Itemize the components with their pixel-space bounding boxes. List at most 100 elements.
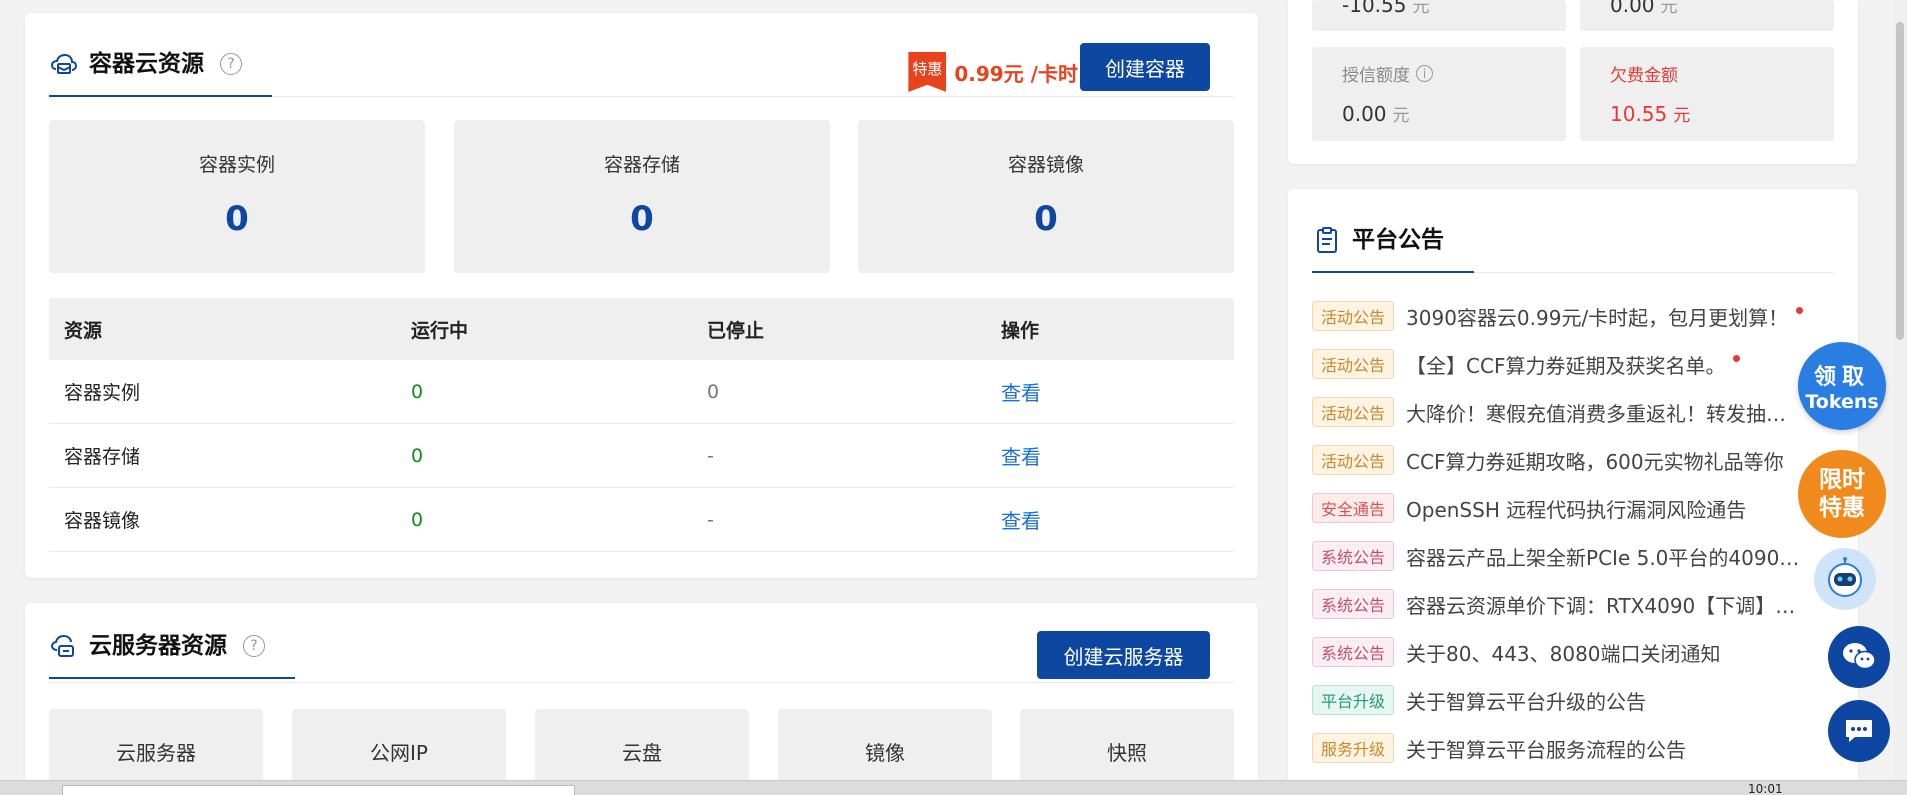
notice-item[interactable]: 服务升级 关于智算云平台服务流程的公告 — [1312, 733, 1822, 763]
cell-stopped: 0 — [707, 380, 720, 403]
promo-tag: 特惠 — [908, 52, 947, 92]
cell-resource: 容器存储 — [64, 446, 141, 468]
notice-text: 容器云产品上架全新PCIe 5.0平台的4090… — [1406, 545, 1800, 570]
taskbar: 10:01 — [0, 780, 1907, 795]
notice-tag: 活动公告 — [1312, 301, 1395, 331]
help-icon[interactable]: ? — [220, 53, 242, 75]
notice-card-title: 平台公告 — [1352, 227, 1444, 253]
notice-tag: 平台升级 — [1312, 685, 1395, 715]
stat-value: 0 — [225, 199, 249, 239]
info-icon[interactable]: i — [1416, 65, 1433, 82]
table-row: 容器实例 0 0 查看 — [49, 360, 1234, 424]
view-link[interactable]: 查看 — [1001, 381, 1041, 405]
stat-container-storage[interactable]: 容器存储 0 — [454, 120, 830, 273]
clipboard-icon — [1312, 225, 1342, 255]
container-title-tab: 容器云资源 ? — [49, 49, 272, 97]
col-header-stopped: 已停止 — [707, 319, 765, 342]
cell-stopped: - — [707, 508, 714, 531]
stat-value: 0 — [1034, 199, 1058, 239]
cloud-server-icon — [49, 631, 79, 661]
cloud-container-icon — [49, 49, 79, 79]
notice-item[interactable]: 系统公告 关于80、443、8080端口关闭通知 — [1312, 637, 1822, 667]
notice-text: CCF算力券延期攻略，600元实物礼品等你 — [1406, 449, 1784, 474]
notice-tag: 系统公告 — [1312, 637, 1395, 667]
robot-assistant-icon[interactable] — [1814, 548, 1876, 610]
credit-limit-label: 授信额度 i — [1342, 61, 1433, 86]
unread-dot — [1796, 306, 1804, 314]
help-icon[interactable]: ? — [243, 635, 265, 657]
stat-value: 0 — [630, 199, 654, 239]
sale-line2: 特惠 — [1819, 495, 1865, 521]
create-cloud-server-button[interactable]: 创建云服务器 — [1037, 631, 1210, 679]
notice-text: 关于智算云平台升级的公告 — [1406, 689, 1647, 714]
cell-running: 0 — [411, 444, 424, 467]
notice-text: 3090容器云0.99元/卡时起，包月更划算！ — [1406, 305, 1789, 330]
notice-tag: 服务升级 — [1312, 733, 1395, 763]
taskbar-clock: 10:01 — [1748, 782, 1783, 795]
notice-text: 容器云资源单价下调：RTX4090【下调】… — [1406, 593, 1796, 618]
stat-label: 容器实例 — [198, 154, 275, 176]
notice-tag: 活动公告 — [1312, 349, 1395, 379]
cell-stopped: - — [707, 444, 714, 467]
credit-limit-value: 0.00 元 — [1342, 102, 1410, 126]
balance-value: 0.00 元 — [1610, 0, 1678, 17]
notice-text: 关于智算云平台服务流程的公告 — [1406, 737, 1687, 762]
stat-container-images[interactable]: 容器镜像 0 — [858, 120, 1234, 273]
tokens-line1: 领取 — [1813, 365, 1870, 390]
notice-item[interactable]: 系统公告 容器云资源单价下调：RTX4090【下调】… — [1312, 589, 1822, 619]
sale-line1: 限时 — [1819, 467, 1865, 493]
create-container-button[interactable]: 创建容器 — [1080, 43, 1210, 91]
notice-item[interactable]: 活动公告 3090容器云0.99元/卡时起，包月更划算！ — [1312, 301, 1822, 331]
container-card-title: 容器云资源 — [89, 51, 204, 77]
col-header-action: 操作 — [1001, 319, 1040, 342]
wechat-icon[interactable] — [1828, 626, 1890, 688]
notice-item[interactable]: 安全通告 OpenSSH 远程代码执行漏洞风险通告 — [1312, 493, 1822, 523]
view-link[interactable]: 查看 — [1001, 445, 1041, 469]
notice-tag: 活动公告 — [1312, 445, 1395, 475]
credit-limit-box: 授信额度 i 0.00 元 — [1312, 47, 1566, 141]
notice-tag: 活动公告 — [1312, 397, 1395, 427]
tokens-line2: Tokens — [1805, 391, 1879, 413]
cloud-card-title: 云服务器资源 — [89, 633, 227, 659]
platform-notice-card: 平台公告 活动公告 3090容器云0.99元/卡时起，包月更划算！ 活动公告 【… — [1288, 189, 1858, 795]
arrears-box: 欠费金额 10.55 元 — [1580, 47, 1834, 141]
notice-item[interactable]: 活动公告 CCF算力券延期攻略，600元实物礼品等你 — [1312, 445, 1822, 475]
view-link[interactable]: 查看 — [1001, 509, 1041, 533]
page-scrollbar[interactable] — [1893, 0, 1907, 780]
cloud-title-tab: 云服务器资源 ? — [49, 631, 295, 679]
cell-resource: 容器实例 — [64, 382, 141, 404]
notice-item[interactable]: 平台升级 关于智算云平台升级的公告 — [1312, 685, 1822, 715]
limited-offer-button[interactable]: 限时 特惠 — [1798, 450, 1886, 538]
balance-card: -10.55 元 0.00 元 授信额度 i 0.00 元 欠费金额 10.55 元 — [1288, 0, 1858, 164]
balance-box-top-right: 0.00 元 — [1580, 0, 1834, 31]
claim-tokens-button[interactable]: 领取 Tokens — [1798, 342, 1886, 430]
notice-item[interactable]: 系统公告 容器云产品上架全新PCIe 5.0平台的4090… — [1312, 541, 1822, 571]
table-row: 容器存储 0 - 查看 — [49, 424, 1234, 488]
cloud-card-header: 云服务器资源 ? 创建云服务器 — [49, 603, 1234, 683]
table-header: 资源 运行中 已停止 操作 — [49, 298, 1234, 360]
cell-running: 0 — [411, 380, 424, 403]
arrears-label: 欠费金额 — [1610, 66, 1678, 86]
col-header-resource: 资源 — [64, 319, 103, 342]
balance-box-top-left: -10.55 元 — [1312, 0, 1566, 31]
balance-value: -10.55 元 — [1342, 0, 1430, 17]
chat-message-icon[interactable] — [1828, 700, 1890, 762]
container-card-header: 容器云资源 ? 特惠 0.99元 /卡时 起 创建容器 — [49, 13, 1234, 97]
taskbar-search-input[interactable] — [62, 785, 575, 795]
cell-running: 0 — [411, 508, 424, 531]
notice-title-tab: 平台公告 — [1312, 225, 1474, 273]
stat-label: 容器存储 — [603, 154, 680, 176]
promo-price: 0.99元 /卡时 — [954, 61, 1078, 86]
notice-item[interactable]: 活动公告 【全】CCF算力券延期及获奖名单。 — [1312, 349, 1822, 379]
unread-dot — [1733, 354, 1741, 362]
notice-item[interactable]: 活动公告 大降价！寒假充值消费多重返礼！转发抽… — [1312, 397, 1822, 427]
stat-container-instances[interactable]: 容器实例 0 — [49, 120, 425, 273]
notice-text: OpenSSH 远程代码执行漏洞风险通告 — [1406, 497, 1747, 522]
scrollbar-thumb[interactable] — [1896, 22, 1904, 340]
table-row: 容器镜像 0 - 查看 — [49, 488, 1234, 552]
promo-banner[interactable]: 特惠 0.99元 /卡时 起 — [908, 49, 1097, 95]
container-resource-card: 容器云资源 ? 特惠 0.99元 /卡时 起 创建容器 容器实例 0 容器存储 … — [25, 13, 1258, 578]
notice-card-header: 平台公告 — [1312, 189, 1834, 273]
arrears-value: 10.55 元 — [1610, 102, 1691, 126]
notice-text: 大降价！寒假充值消费多重返礼！转发抽… — [1406, 401, 1787, 426]
